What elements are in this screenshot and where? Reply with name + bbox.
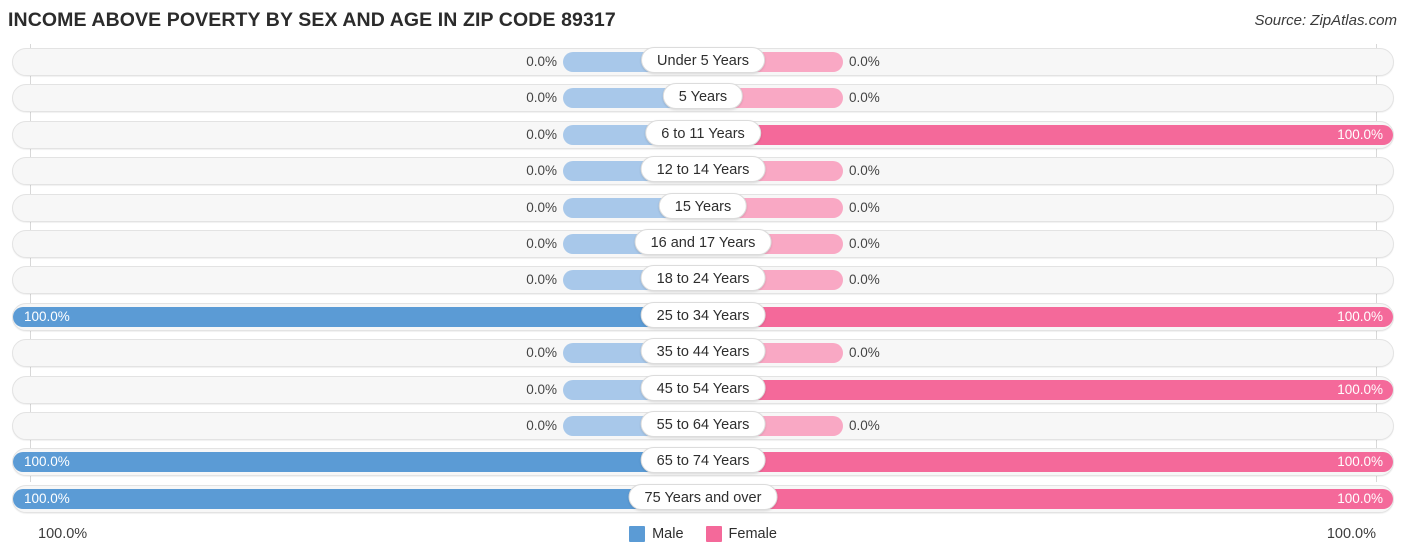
legend-item-male[interactable]: Male bbox=[629, 526, 684, 542]
bar-value-female: 100.0% bbox=[1337, 490, 1383, 506]
bar-value-female: 0.0% bbox=[849, 90, 880, 106]
bar-value-female: 0.0% bbox=[849, 163, 880, 179]
legend-swatch-male-icon bbox=[629, 526, 646, 542]
bar-row: 100.0% 100.0% 75 Years and over bbox=[0, 481, 1406, 517]
bar-value-male: 0.0% bbox=[526, 272, 557, 288]
bar-value-female: 100.0% bbox=[1337, 308, 1383, 324]
bar-row-label: 25 to 34 Years bbox=[640, 301, 766, 328]
chart-legend: Male Female bbox=[0, 526, 1406, 542]
bar-row: 0.0% 0.0% 35 to 44 Years bbox=[0, 335, 1406, 371]
bar-male[interactable] bbox=[13, 452, 703, 473]
legend-swatch-female-icon bbox=[705, 526, 722, 542]
bar-value-female: 0.0% bbox=[849, 54, 880, 69]
bar-row: 100.0% 100.0% 25 to 34 Years bbox=[0, 299, 1406, 335]
bar-row-label: 55 to 64 Years bbox=[640, 410, 766, 437]
bar-row-label: Under 5 Years bbox=[641, 47, 765, 73]
source-attribution: Source: ZipAtlas.com bbox=[1254, 12, 1397, 29]
bar-row-label: 45 to 54 Years bbox=[640, 374, 766, 401]
bar-value-male: 0.0% bbox=[526, 417, 557, 433]
bar-value-male: 0.0% bbox=[526, 381, 557, 397]
bar-row: 0.0% 0.0% 12 to 14 Years bbox=[0, 153, 1406, 189]
legend-label-male: Male bbox=[652, 526, 684, 542]
bar-value-male: 100.0% bbox=[24, 490, 70, 506]
bar-male[interactable] bbox=[13, 488, 703, 509]
bar-row: 100.0% 100.0% 65 to 74 Years bbox=[0, 444, 1406, 480]
bar-value-male: 0.0% bbox=[526, 126, 557, 142]
legend-label-female: Female bbox=[728, 526, 777, 542]
bar-value-male: 0.0% bbox=[526, 235, 557, 251]
page-title: INCOME ABOVE POVERTY BY SEX AND AGE IN Z… bbox=[8, 9, 616, 31]
bar-row-label: 18 to 24 Years bbox=[640, 265, 766, 292]
bar-row-label: 15 Years bbox=[658, 192, 748, 219]
chart-header: INCOME ABOVE POVERTY BY SEX AND AGE IN Z… bbox=[0, 0, 1406, 42]
bar-row: 0.0% 100.0% 6 to 11 Years bbox=[0, 117, 1406, 153]
bar-female[interactable] bbox=[703, 379, 1393, 400]
bar-row-label: 12 to 14 Years bbox=[640, 156, 766, 183]
bar-row-label: 35 to 44 Years bbox=[640, 338, 766, 365]
bar-value-female: 0.0% bbox=[849, 199, 880, 215]
bar-value-female: 100.0% bbox=[1337, 454, 1383, 470]
bar-row: 0.0% 100.0% 45 to 54 Years bbox=[0, 372, 1406, 408]
bar-row: 0.0% 0.0% 18 to 24 Years bbox=[0, 262, 1406, 298]
bar-value-male: 0.0% bbox=[526, 345, 557, 361]
bar-value-female: 0.0% bbox=[849, 345, 880, 361]
bar-value-male: 0.0% bbox=[526, 163, 557, 179]
chart-plot-area: 0.0% 0.0% Under 5 Years 0.0% 0.0% 5 Years 0.0%… bbox=[0, 44, 1406, 518]
bar-row-label: 65 to 74 Years bbox=[640, 447, 766, 474]
bar-female[interactable] bbox=[703, 452, 1393, 473]
bar-value-male: 0.0% bbox=[526, 199, 557, 215]
bar-row-label: 6 to 11 Years bbox=[645, 119, 761, 146]
bar-row-label: 16 and 17 Years bbox=[634, 228, 772, 255]
bar-row: 0.0% 0.0% 5 Years bbox=[0, 80, 1406, 116]
bar-row: 0.0% 0.0% 16 and 17 Years bbox=[0, 226, 1406, 262]
bar-female[interactable] bbox=[703, 306, 1393, 327]
bar-value-female: 0.0% bbox=[849, 272, 880, 288]
bar-value-male: 0.0% bbox=[526, 90, 557, 106]
bar-female[interactable] bbox=[703, 488, 1393, 509]
chart-footer: 100.0% 100.0% Male Female bbox=[0, 518, 1406, 559]
bar-value-female: 100.0% bbox=[1337, 381, 1383, 397]
bar-row-label: 75 Years and over bbox=[628, 483, 778, 510]
bar-row: 0.0% 0.0% 55 to 64 Years bbox=[0, 408, 1406, 444]
bar-row: 0.0% 0.0% 15 Years bbox=[0, 190, 1406, 226]
bar-row-label: 5 Years bbox=[662, 83, 744, 110]
legend-item-female[interactable]: Female bbox=[705, 526, 777, 542]
bar-value-female: 0.0% bbox=[849, 417, 880, 433]
bar-value-female: 0.0% bbox=[849, 235, 880, 251]
bar-value-male: 100.0% bbox=[24, 308, 70, 324]
bar-row: 0.0% 0.0% Under 5 Years bbox=[0, 44, 1406, 80]
bar-male[interactable] bbox=[13, 306, 703, 327]
bar-rows-container: 0.0% 0.0% Under 5 Years 0.0% 0.0% 5 Years 0.0%… bbox=[0, 44, 1406, 517]
bar-value-male: 100.0% bbox=[24, 454, 70, 470]
bar-value-male: 0.0% bbox=[526, 54, 557, 69]
bar-female[interactable] bbox=[703, 124, 1393, 145]
bar-value-female: 100.0% bbox=[1337, 126, 1383, 142]
